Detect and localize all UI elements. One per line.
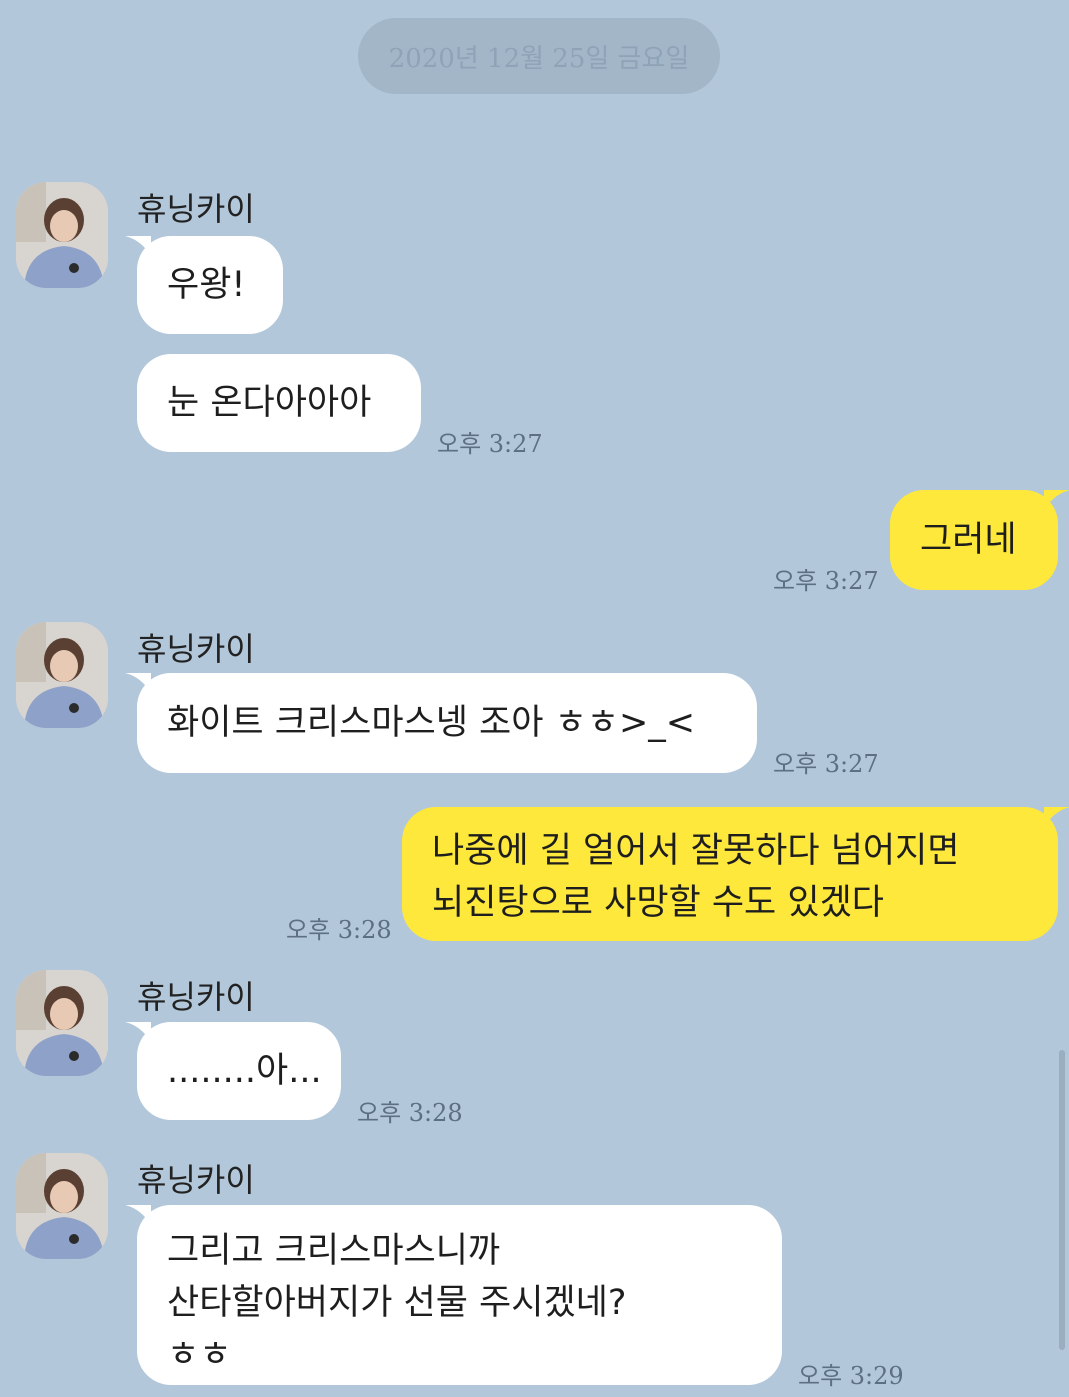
message-time: 오후 3:29 bbox=[798, 1362, 904, 1390]
chat-screen[interactable]: { "date_divider": "2020년 12월 25일 금요일", "… bbox=[0, 0, 1069, 1397]
message-line: 산타할아버지가 선물 주시겠네? bbox=[167, 1283, 627, 1323]
bubble-tail-icon bbox=[125, 236, 151, 256]
message-time: 오후 3:27 bbox=[773, 567, 879, 595]
message-text: 눈 온다아아아 bbox=[167, 383, 372, 423]
message-time: 오후 3:27 bbox=[437, 430, 543, 458]
avatar-photo-icon bbox=[16, 1153, 108, 1259]
message-time: 오후 3:27 bbox=[773, 750, 879, 778]
bubble-tail-icon bbox=[1044, 490, 1069, 510]
bubble-tail-icon bbox=[125, 1022, 151, 1042]
avatar-photo-icon bbox=[16, 622, 108, 728]
my-message-bubble[interactable]: 그러네 bbox=[890, 490, 1069, 590]
bubble-tail-icon bbox=[125, 673, 151, 693]
avatar-photo-icon bbox=[16, 970, 108, 1076]
message-bubble[interactable]: 눈 온다아아아 bbox=[137, 354, 421, 452]
my-message-bubble[interactable]: 나중에 길 얼어서 잘못하다 넘어지면 뇌진탕으로 사망할 수도 있겠다 bbox=[402, 807, 1069, 941]
sender-name: 휴닝카이 bbox=[137, 978, 255, 1016]
message-line: 그리고 크리스마스니까 bbox=[167, 1231, 501, 1271]
message-text: ........아... bbox=[167, 1051, 322, 1091]
message-text: 그러네 bbox=[920, 520, 1017, 560]
message-bubble[interactable]: 그리고 크리스마스니까 산타할아버지가 선물 주시겠네? ㅎㅎ bbox=[125, 1205, 782, 1385]
sender-avatar[interactable] bbox=[16, 182, 108, 288]
sender-avatar[interactable] bbox=[16, 970, 108, 1076]
bubble-tail-icon bbox=[125, 1205, 151, 1225]
message-line: ㅎㅎ bbox=[167, 1335, 232, 1375]
message-time: 오후 3:28 bbox=[357, 1099, 463, 1127]
message-time: 오후 3:28 bbox=[286, 916, 392, 944]
sender-avatar[interactable] bbox=[16, 622, 108, 728]
sender-name: 휴닝카이 bbox=[137, 1161, 255, 1199]
avatar-photo-icon bbox=[16, 182, 108, 288]
bubble-tail-icon bbox=[1044, 807, 1069, 827]
sender-name: 휴닝카이 bbox=[137, 190, 255, 228]
message-text: 우왕! bbox=[167, 265, 246, 305]
date-divider: 2020년 12월 25일 금요일 bbox=[358, 18, 720, 94]
message-bubble[interactable]: ........아... bbox=[125, 1022, 341, 1120]
sender-name: 휴닝카이 bbox=[137, 630, 255, 668]
message-line: 나중에 길 얼어서 잘못하다 넘어지면 bbox=[432, 831, 960, 871]
message-line: 뇌진탕으로 사망할 수도 있겠다 bbox=[432, 883, 884, 923]
message-text: 화이트 크리스마스넹 조아 ㅎㅎ>_< bbox=[167, 703, 696, 743]
message-bubble[interactable]: 우왕! bbox=[125, 236, 283, 334]
message-bubble[interactable]: 화이트 크리스마스넹 조아 ㅎㅎ>_< bbox=[125, 673, 757, 773]
scrollbar[interactable] bbox=[1059, 1050, 1065, 1350]
sender-avatar[interactable] bbox=[16, 1153, 108, 1259]
